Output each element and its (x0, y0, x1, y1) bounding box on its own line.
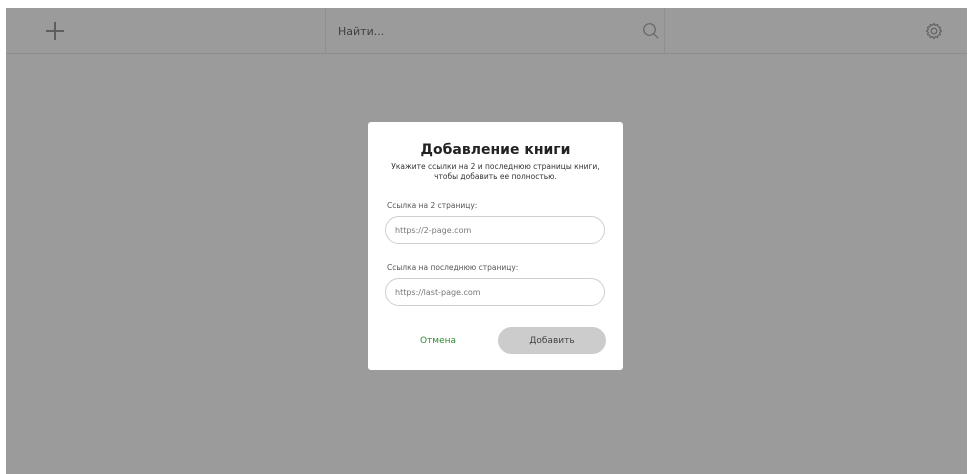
dialog-title: Добавление книги (420, 142, 571, 158)
search-icon[interactable] (642, 22, 660, 40)
add-book-dialog: Добавление книги Укажите ссылки на 2 и п… (368, 122, 623, 370)
search-input[interactable] (336, 19, 630, 43)
gear-icon[interactable] (925, 22, 943, 40)
plus-icon[interactable] (46, 22, 64, 40)
second-page-link-label: Ссылка на 2 страницу: (387, 201, 478, 210)
app-window: Добавление книги Укажите ссылки на 2 и п… (6, 8, 967, 474)
dialog-description: Укажите ссылки на 2 и последнюю страницы… (391, 162, 600, 181)
second-page-link-input[interactable] (385, 216, 605, 244)
add-button[interactable]: Добавить (498, 327, 606, 354)
last-page-link-input[interactable] (385, 278, 605, 306)
last-page-link-label: Ссылка на последнюю страницу: (387, 263, 519, 272)
top-toolbar (6, 8, 967, 54)
search-bar (325, 8, 665, 54)
cancel-button[interactable]: Отмена (408, 332, 468, 350)
